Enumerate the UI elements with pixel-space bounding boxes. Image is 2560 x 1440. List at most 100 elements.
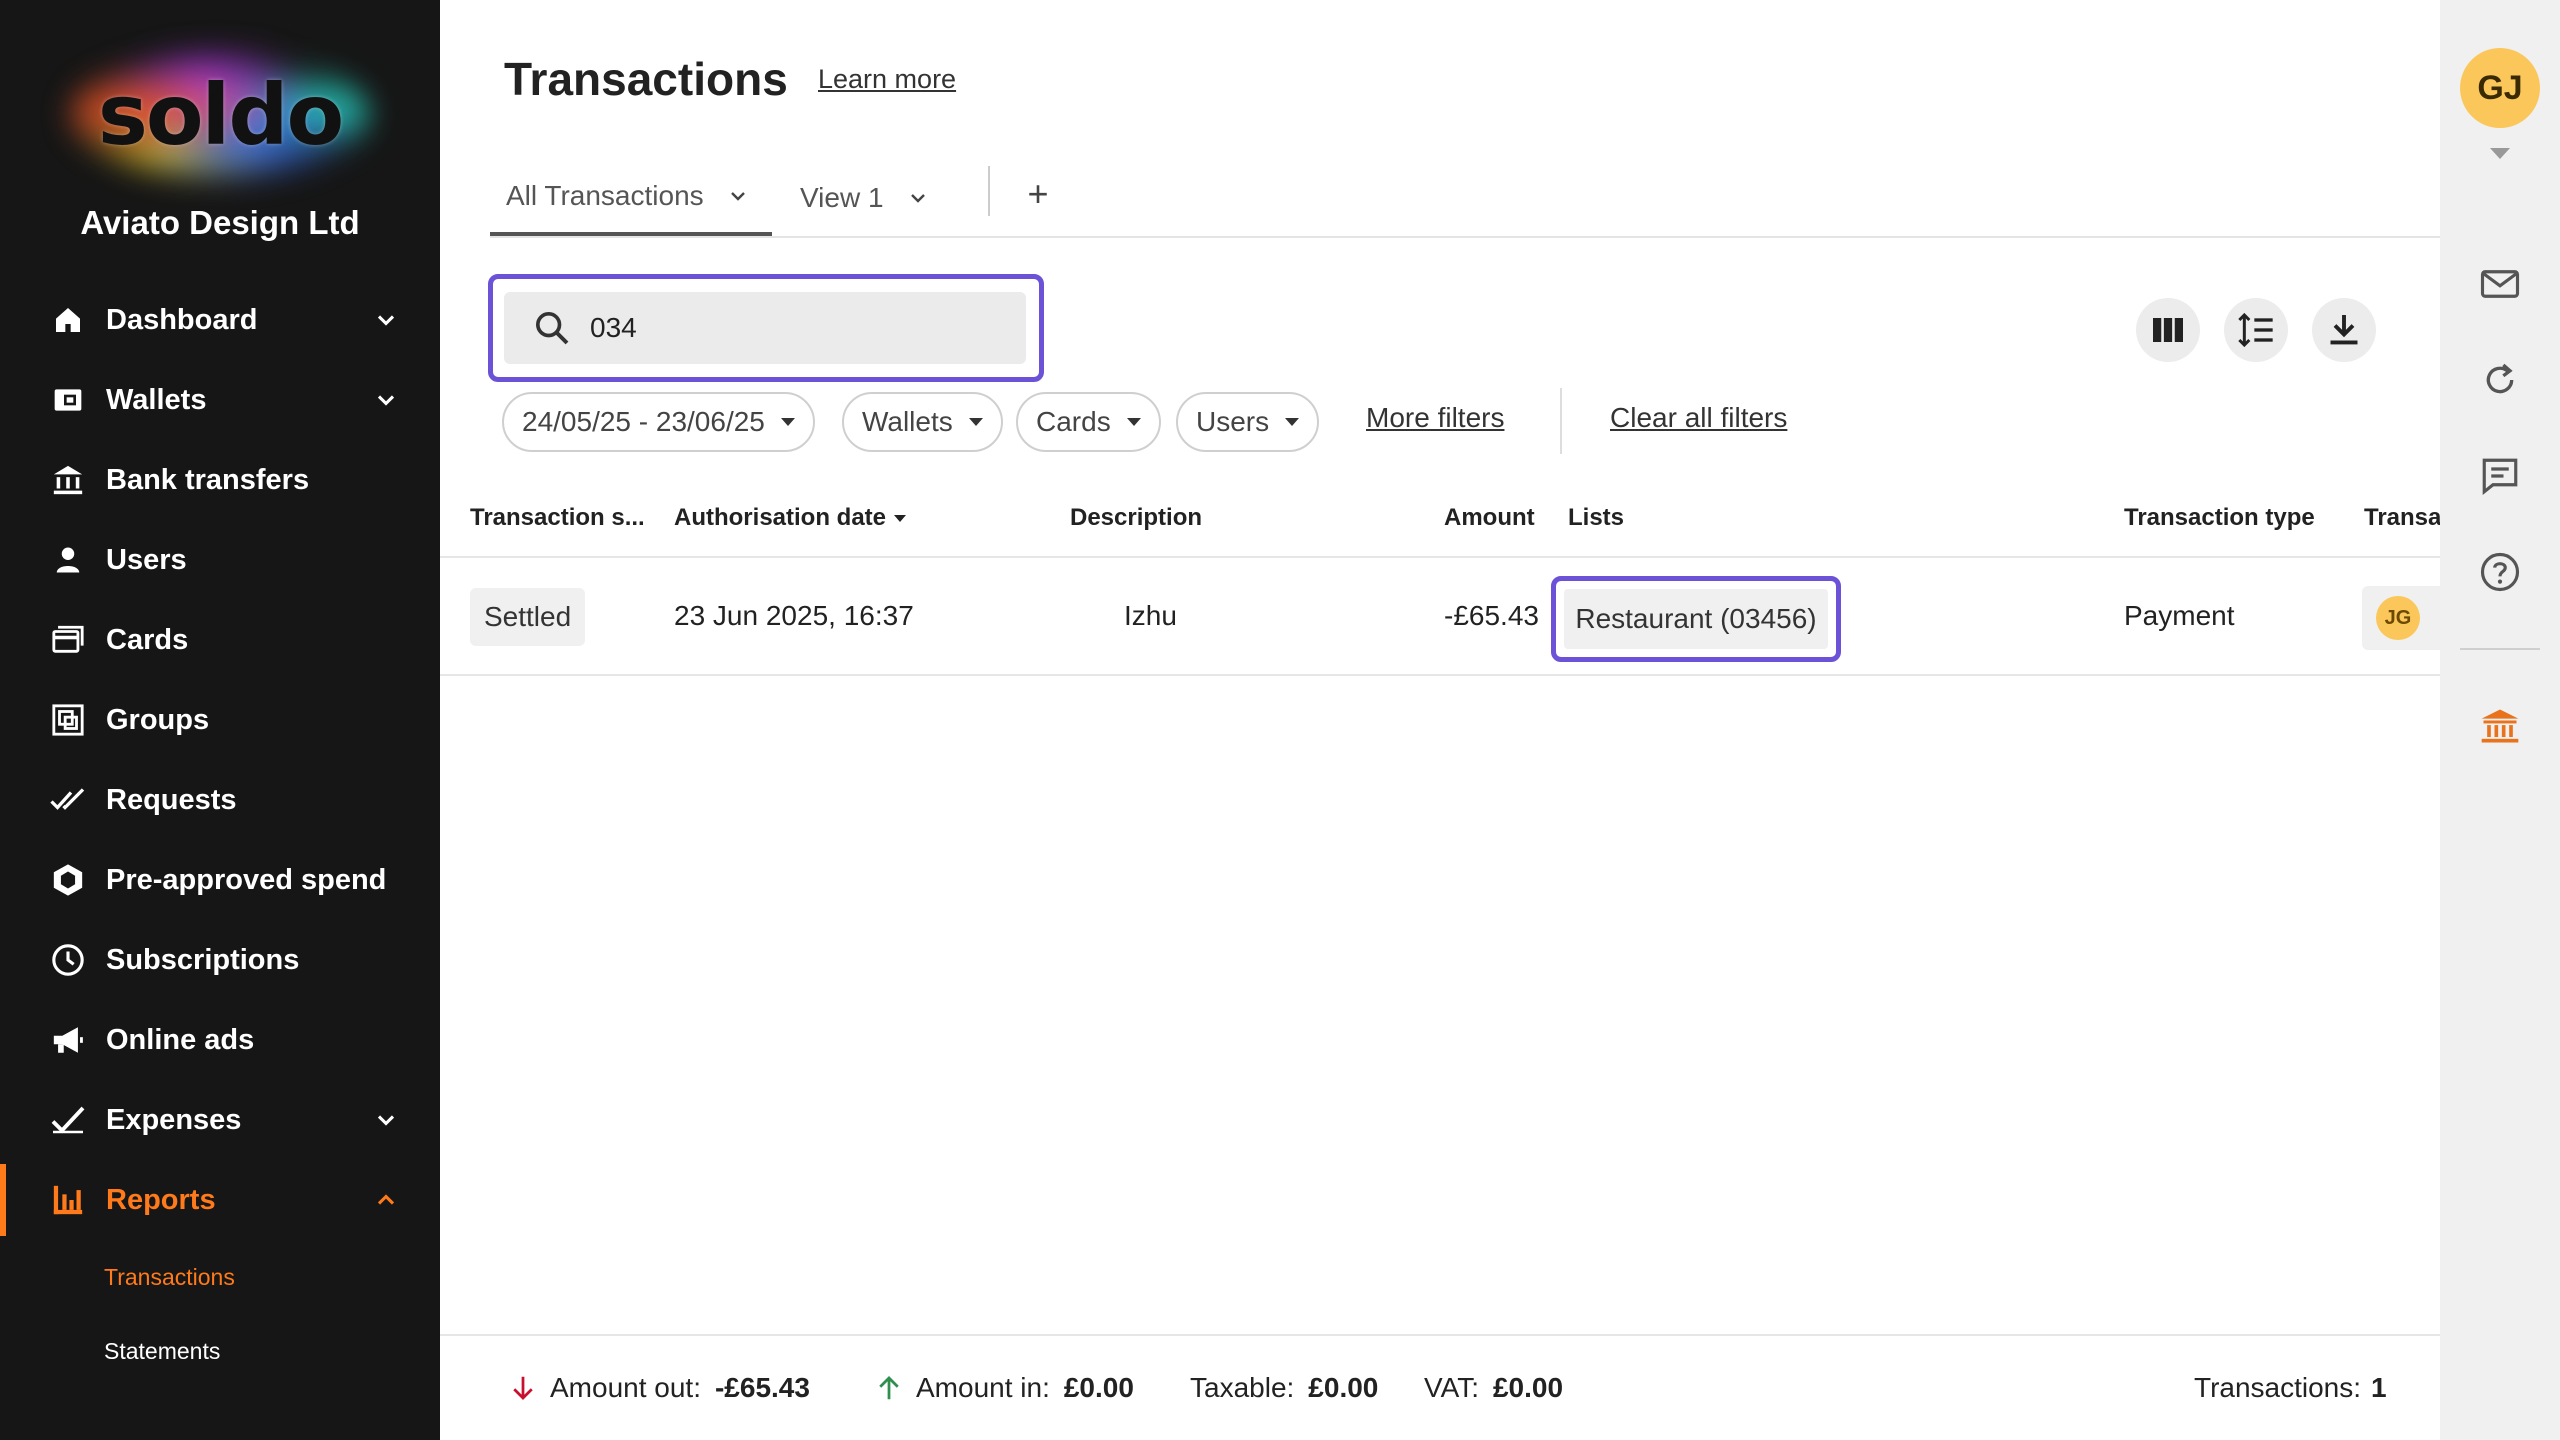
download-icon xyxy=(2330,315,2358,345)
sidebar-item-label: Requests xyxy=(106,783,237,816)
sort-desc-icon xyxy=(894,515,907,523)
logo[interactable]: soldo xyxy=(0,40,440,190)
home-icon xyxy=(50,302,86,338)
filter-label: 24/05/25 - 23/06/25 xyxy=(522,406,765,437)
bank-icon[interactable] xyxy=(2472,698,2528,754)
sidebar-item-subscriptions[interactable]: Subscriptions xyxy=(0,920,440,1000)
column-header-authorisation-date[interactable]: Authorisation date xyxy=(674,504,907,532)
cell-transaction-type: Payment xyxy=(2124,600,2235,631)
row-density-button[interactable] xyxy=(2224,298,2288,362)
sidebar-item-bank-transfers[interactable]: Bank transfers xyxy=(0,440,440,520)
avatar[interactable]: JG xyxy=(2376,596,2420,640)
status-badge: Settled xyxy=(470,588,586,646)
sidebar-item-label: Pre-approved spend xyxy=(106,863,387,896)
tab-all-transactions[interactable]: All Transactions xyxy=(490,160,772,236)
vat-label: VAT: xyxy=(1424,1372,1479,1403)
sidebar-item-label: Online ads xyxy=(106,1023,255,1056)
user-avatar[interactable]: GJ xyxy=(2460,48,2540,128)
company-name: Aviato Design Ltd xyxy=(80,204,360,241)
sidebar-item-dashboard[interactable]: Dashboard xyxy=(0,280,440,360)
chevron-down-icon[interactable] xyxy=(726,184,750,208)
date-range-filter[interactable]: 24/05/25 - 23/06/25 xyxy=(502,392,815,452)
bar-chart-icon xyxy=(50,1182,86,1218)
cell-owner: JG xyxy=(2362,586,2440,650)
sidebar-item-reports[interactable]: Reports xyxy=(0,1160,440,1240)
users-filter[interactable]: Users xyxy=(1176,392,1320,452)
taxable-label: Taxable: xyxy=(1190,1372,1295,1403)
chevron-down-icon[interactable] xyxy=(372,1106,400,1134)
taxable-summary: Taxable: £0.00 xyxy=(1190,1372,1378,1404)
search-icon xyxy=(536,312,569,345)
user-icon xyxy=(50,542,86,578)
search-field[interactable] xyxy=(504,292,1026,364)
sidebar-item-requests[interactable]: Requests xyxy=(0,760,440,840)
columns-button[interactable] xyxy=(2136,298,2200,362)
caret-down-icon xyxy=(1126,418,1141,426)
sidebar-item-cards[interactable]: Cards xyxy=(0,600,440,680)
column-header-description[interactable]: Description xyxy=(1070,504,1202,532)
megaphone-icon xyxy=(50,1022,86,1058)
double-check-icon xyxy=(50,782,86,818)
main-content: Transactions Learn more All Transactions… xyxy=(440,0,2440,1440)
chat-icon[interactable] xyxy=(2472,448,2528,504)
amount-out-summary: Amount out: -£65.43 xyxy=(508,1372,810,1404)
sidebar-item-users[interactable]: Users xyxy=(0,520,440,600)
sidebar-item-label: Wallets xyxy=(106,383,207,416)
page-title: Transactions xyxy=(504,53,788,105)
help-icon[interactable] xyxy=(2472,544,2528,600)
tab-view-1[interactable]: View 1 xyxy=(800,160,930,236)
header-divider xyxy=(440,556,2440,558)
cards-filter[interactable]: Cards xyxy=(1016,392,1161,452)
column-header-status[interactable]: Transaction s... xyxy=(470,504,645,532)
sidebar-item-wallets[interactable]: Wallets xyxy=(0,360,440,440)
chevron-down-icon[interactable] xyxy=(372,306,400,334)
clear-filters-link[interactable]: Clear all filters xyxy=(1610,402,1787,434)
list-tag[interactable]: Restaurant (03456) xyxy=(1564,589,1828,649)
sidebar: soldo Aviato Design Ltd Dashboard Wallet… xyxy=(0,0,440,1440)
add-view-button[interactable]: + xyxy=(1010,166,1066,222)
mail-icon[interactable] xyxy=(2472,256,2528,312)
learn-more-link[interactable]: Learn more xyxy=(818,64,956,95)
column-header-transaction-type[interactable]: Transaction type xyxy=(2124,504,2315,532)
sidebar-item-label: Dashboard xyxy=(106,303,258,336)
cards-icon xyxy=(50,622,86,658)
wallet-icon xyxy=(50,382,86,418)
cell-amount: -£65.43 xyxy=(1444,600,1539,631)
more-filters-link[interactable]: More filters xyxy=(1366,402,1504,434)
tabs-divider xyxy=(490,236,2440,238)
sidebar-item-expenses[interactable]: Expenses xyxy=(0,1080,440,1160)
logo-text: soldo xyxy=(97,66,344,164)
sidebar-item-label: Cards xyxy=(106,623,189,656)
sidebar-nav: Dashboard Wallets Bank transfers Users C… xyxy=(0,280,440,1388)
caret-down-icon xyxy=(968,418,983,426)
download-button[interactable] xyxy=(2312,298,2376,362)
count-label: Transactions: xyxy=(2194,1372,2362,1403)
transactions-count: Transactions: 1 xyxy=(2194,1372,2387,1404)
sidebar-subitem-statements[interactable]: Statements xyxy=(0,1314,440,1388)
column-header-transaction-owner[interactable]: Transa xyxy=(2364,504,2440,532)
sidebar-item-pre-approved-spend[interactable]: Pre-approved spend xyxy=(0,840,440,920)
sidebar-item-groups[interactable]: Groups xyxy=(0,680,440,760)
vat-summary: VAT: £0.00 xyxy=(1424,1372,1563,1404)
column-header-lists[interactable]: Lists xyxy=(1568,504,1624,532)
column-header-label: Authorisation date xyxy=(674,504,887,531)
chevron-up-icon[interactable] xyxy=(372,1186,400,1214)
hexagon-icon xyxy=(50,862,86,898)
sidebar-subitem-transactions[interactable]: Transactions xyxy=(0,1240,440,1314)
filter-separator xyxy=(1560,388,1562,454)
sidebar-item-online-ads[interactable]: Online ads xyxy=(0,1000,440,1080)
wallets-filter[interactable]: Wallets xyxy=(842,392,1003,452)
filter-label: Wallets xyxy=(862,406,953,437)
caret-down-icon[interactable] xyxy=(2490,148,2510,159)
caret-down-icon xyxy=(1285,418,1300,426)
search-input[interactable] xyxy=(590,312,1010,344)
right-rail: GJ xyxy=(2440,0,2560,1440)
chevron-down-icon[interactable] xyxy=(372,386,400,414)
columns-icon xyxy=(2153,318,2183,342)
filter-label: Cards xyxy=(1036,406,1111,437)
column-header-amount[interactable]: Amount xyxy=(1444,504,1535,532)
check-icon xyxy=(50,1102,86,1138)
arrow-up-icon xyxy=(879,1376,899,1400)
chevron-down-icon[interactable] xyxy=(906,186,930,210)
refresh-icon[interactable] xyxy=(2472,352,2528,408)
